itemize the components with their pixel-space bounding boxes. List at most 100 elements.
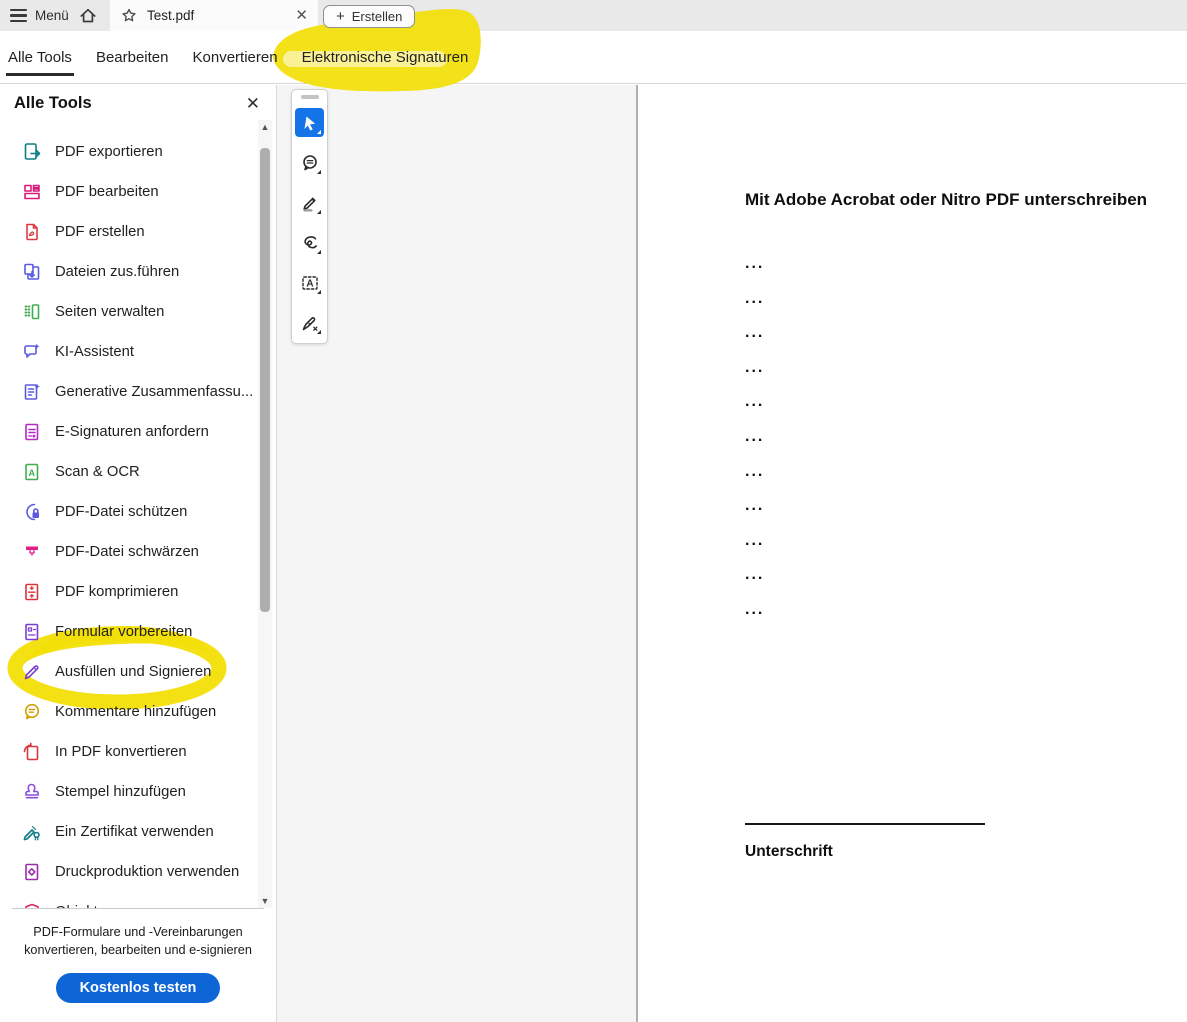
star-icon[interactable] — [120, 7, 138, 25]
sidebar-item-use-certificate[interactable]: Ein Zertifikat verwenden — [0, 812, 258, 852]
draw-tool-button[interactable] — [295, 228, 324, 257]
ai-assistant-icon — [22, 342, 42, 362]
comment-tool-button[interactable] — [295, 148, 324, 177]
create-button-label: Erstellen — [352, 9, 403, 24]
ellipsis-row: ... — [745, 566, 764, 584]
comment-tool-icon — [300, 153, 320, 173]
menu-button[interactable]: Menü — [0, 0, 79, 31]
highlight-tool-button[interactable] — [295, 188, 324, 217]
sidebar-item-label: KI-Assistent — [55, 344, 134, 360]
sidebar-item-scan-ocr[interactable]: A Scan & OCR — [0, 452, 258, 492]
sidebar-item-add-stamp[interactable]: Stempel hinzufügen — [0, 772, 258, 812]
sidebar-footer-text: PDF-Formulare und -Vereinbarungen konver… — [12, 924, 264, 960]
sidebar-item-label: Formular vorbereiten — [55, 624, 192, 640]
add-stamp-icon — [22, 782, 42, 802]
add-text-tool-button[interactable]: A — [295, 268, 324, 297]
ellipsis-row: ... — [745, 359, 764, 377]
ellipsis-row: ... — [745, 601, 764, 619]
sidebar-item-protect-pdf[interactable]: PDF-Datei schützen — [0, 492, 258, 532]
export-pdf-icon — [22, 142, 42, 162]
create-button[interactable]: + Erstellen — [323, 5, 415, 28]
ribbon-tab-alle-tools[interactable]: Alle Tools — [6, 31, 74, 83]
draw-tool-icon — [300, 233, 320, 253]
sidebar-item-request-esignatures[interactable]: E-Signaturen anfordern — [0, 412, 258, 452]
highlight-tool-icon — [300, 193, 320, 213]
sidebar-item-fill-sign[interactable]: Ausfüllen und Signieren — [0, 652, 258, 692]
sidebar-item-redact-pdf[interactable]: PDF-Datei schwärzen — [0, 532, 258, 572]
print-production-icon — [22, 862, 42, 882]
all-tools-sidebar: Alle Tools ✕ PDF exportieren PDF bearbeit… — [0, 85, 277, 1022]
ribbon-tab-konvertieren[interactable]: Konvertieren — [191, 31, 280, 83]
ellipsis-row: ... — [745, 463, 764, 481]
document-tab[interactable]: Test.pdf ✕ — [110, 0, 318, 31]
add-text-tool-icon: A — [300, 273, 320, 293]
scroll-up-icon[interactable]: ▲ — [258, 120, 272, 134]
sidebar-item-measure-objects[interactable]: Objekte messen — [0, 892, 258, 908]
sidebar-item-label: Druckproduktion verwenden — [55, 864, 239, 880]
combine-files-icon — [22, 262, 42, 282]
toolbar-drag-handle[interactable] — [301, 95, 319, 99]
compress-pdf-icon — [22, 582, 42, 602]
tab-close-icon[interactable]: ✕ — [295, 8, 308, 23]
sidebar-item-generative-summary[interactable]: Generative Zusammenfassu... — [0, 372, 258, 412]
select-tool-icon — [300, 113, 320, 133]
ellipsis-row: ... — [745, 428, 764, 446]
sidebar-item-add-comments[interactable]: Kommentare hinzufügen — [0, 692, 258, 732]
scan-ocr-icon: A — [22, 462, 42, 482]
scrollbar-thumb[interactable] — [260, 148, 270, 612]
sidebar-item-create-pdf[interactable]: PDF erstellen — [0, 212, 258, 252]
plus-icon: + — [336, 9, 345, 24]
document-viewer: A Mit Adobe Acrobat oder Nitro PDF unter… — [277, 85, 1187, 1022]
sidebar-title: Alle Tools — [14, 94, 92, 113]
sidebar-item-label: In PDF konvertieren — [55, 744, 187, 760]
redact-pdf-icon — [22, 542, 42, 562]
home-icon — [78, 6, 98, 26]
ribbon-tab-bearbeiten[interactable]: Bearbeiten — [94, 31, 171, 83]
scroll-down-icon[interactable]: ▼ — [258, 894, 272, 908]
sidebar-close-icon[interactable]: ✕ — [246, 95, 260, 112]
sidebar-item-label: PDF exportieren — [55, 144, 163, 160]
hamburger-icon — [10, 9, 27, 22]
document-heading: Mit Adobe Acrobat oder Nitro PDF untersc… — [745, 190, 1147, 210]
prepare-form-icon — [22, 622, 42, 642]
convert-to-pdf-icon — [22, 742, 42, 762]
ellipsis-row: ... — [745, 324, 764, 342]
sidebar-item-label: PDF-Datei schwärzen — [55, 544, 199, 560]
sidebar-item-label: Scan & OCR — [55, 464, 140, 480]
home-button[interactable] — [70, 0, 106, 31]
create-pdf-icon — [22, 222, 42, 242]
edit-pdf-icon — [22, 182, 42, 202]
ribbon-tab-elektronische-signaturen[interactable]: Elektronische Signaturen — [300, 31, 471, 83]
pdf-page: Mit Adobe Acrobat oder Nitro PDF untersc… — [636, 85, 1187, 1022]
generative-summary-icon — [22, 382, 42, 402]
signature-label: Unterschrift — [745, 843, 833, 861]
fill-sign-tool-button[interactable] — [295, 308, 324, 337]
sidebar-item-label: Dateien zus.führen — [55, 264, 179, 280]
sidebar-item-label: PDF bearbeiten — [55, 184, 159, 200]
sidebar-item-convert-to-pdf[interactable]: In PDF konvertieren — [0, 732, 258, 772]
sidebar-item-edit-pdf[interactable]: PDF bearbeiten — [0, 172, 258, 212]
sidebar-scrollbar[interactable]: ▲ ▼ — [258, 120, 272, 908]
svg-text:A: A — [29, 468, 36, 478]
select-tool-button[interactable] — [295, 108, 324, 137]
sidebar-item-label: PDF-Datei schützen — [55, 504, 187, 520]
sidebar-item-label: PDF komprimieren — [55, 584, 178, 600]
sidebar-item-print-production[interactable]: Druckproduktion verwenden — [0, 852, 258, 892]
ellipsis-row: ... — [745, 393, 764, 411]
sidebar-item-export-pdf[interactable]: PDF exportieren — [0, 132, 258, 172]
fill-sign-icon — [22, 662, 42, 682]
sidebar-item-label: Stempel hinzufügen — [55, 784, 186, 800]
sidebar-item-combine-files[interactable]: Dateien zus.führen — [0, 252, 258, 292]
free-trial-button[interactable]: Kostenlos testen — [56, 973, 221, 1003]
ellipsis-row: ... — [745, 532, 764, 550]
svg-text:A: A — [306, 278, 313, 289]
sidebar-item-organize-pages[interactable]: Seiten verwalten — [0, 292, 258, 332]
sidebar-footer: PDF-Formulare und -Vereinbarungen konver… — [12, 908, 264, 1003]
sidebar-tools-list: PDF exportieren PDF bearbeiten PDF erstell… — [0, 132, 258, 908]
sidebar-item-compress-pdf[interactable]: PDF komprimieren — [0, 572, 258, 612]
sidebar-item-prepare-form[interactable]: Formular vorbereiten — [0, 612, 258, 652]
use-certificate-icon — [22, 822, 42, 842]
signature-line — [745, 823, 985, 825]
sidebar-item-ai-assistant[interactable]: KI-Assistent — [0, 332, 258, 372]
ellipsis-row: ... — [745, 255, 764, 273]
